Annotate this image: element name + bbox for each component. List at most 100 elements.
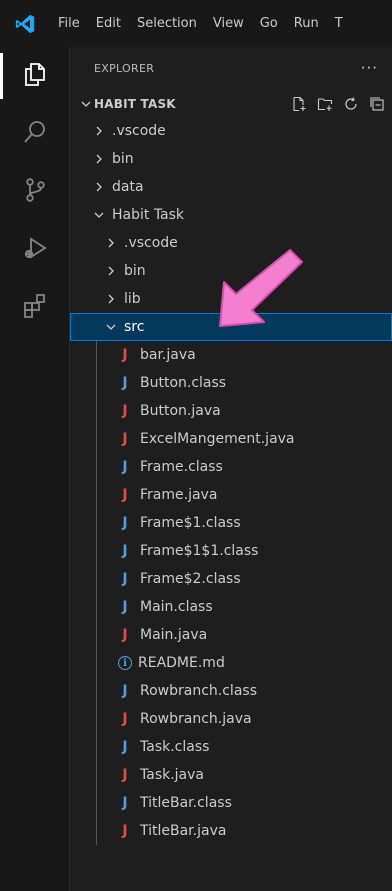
folder-item-habit-task[interactable]: Habit Task — [70, 201, 392, 229]
workspace-title: HABIT TASK — [94, 97, 176, 111]
java-file-icon: J — [122, 431, 128, 447]
file-item-main-java[interactable]: J Main.java — [70, 621, 392, 649]
extensions-activity-button[interactable] — [0, 279, 70, 337]
tree-item-label: bar.java — [140, 347, 196, 363]
menu-item-t[interactable]: T — [327, 0, 351, 47]
collapse-all-icon[interactable] — [368, 95, 386, 113]
tree-item-label: README.md — [138, 655, 225, 671]
menu-item-view[interactable]: View — [205, 0, 252, 47]
tree-item-label: Main.java — [140, 627, 208, 643]
tree-item-label: Rowbranch.java — [140, 711, 252, 727]
tree-item-label: Main.class — [140, 599, 213, 615]
tree-item-label: .vscode — [124, 235, 178, 251]
java-class-file-icon: J — [122, 571, 128, 587]
tree-item-label: bin — [124, 263, 146, 279]
menu-item-edit[interactable]: Edit — [88, 0, 129, 47]
search-activity-button[interactable] — [0, 105, 70, 163]
tree-item-label: Habit Task — [112, 207, 185, 223]
source-control-activity-button[interactable] — [0, 163, 70, 221]
vscode-logo-icon — [0, 0, 50, 47]
java-class-file-icon: J — [122, 515, 128, 531]
java-class-file-icon: J — [122, 375, 128, 391]
file-item-titlebar-class[interactable]: J TitleBar.class — [70, 789, 392, 817]
chevron-down-icon — [92, 209, 106, 221]
tree-item-label: Frame.class — [140, 459, 223, 475]
menu-item-file[interactable]: File — [50, 0, 88, 47]
tree-item-label: Rowbranch.class — [140, 683, 257, 699]
more-actions-button[interactable]: ··· — [361, 59, 378, 77]
chevron-down-icon — [104, 321, 118, 333]
run-debug-activity-button[interactable] — [0, 221, 70, 279]
folder-item-data[interactable]: data — [70, 173, 392, 201]
file-item-frame-1-class[interactable]: J Frame$1.class — [70, 509, 392, 537]
info-icon: i — [118, 656, 132, 670]
java-file-icon: J — [122, 767, 128, 783]
activity-bar — [0, 47, 70, 891]
java-file-icon: J — [122, 487, 128, 503]
java-file-icon: J — [122, 627, 128, 643]
refresh-icon[interactable] — [342, 95, 360, 113]
menu-bar: File Edit Selection View Go Run T — [50, 0, 351, 47]
tree-item-label: data — [112, 179, 144, 195]
source-control-icon — [21, 176, 49, 208]
chevron-right-icon — [104, 265, 118, 277]
folder-item-bin[interactable]: bin — [70, 145, 392, 173]
file-item-rowbranch-java[interactable]: J Rowbranch.java — [70, 705, 392, 733]
chevron-down-icon — [70, 98, 94, 110]
java-file-icon: J — [122, 403, 128, 419]
tree-item-label: Button.class — [140, 375, 227, 391]
chevron-right-icon — [92, 181, 106, 193]
section-actions — [290, 91, 386, 117]
tree-item-label: TitleBar.java — [140, 823, 227, 839]
menu-item-run[interactable]: Run — [286, 0, 327, 47]
file-item-readme-md[interactable]: i README.md — [70, 649, 392, 677]
chevron-right-icon — [104, 293, 118, 305]
file-tree: .vscode bin data Habit Task .vscode bin lib src… — [70, 117, 392, 845]
explorer-header: EXPLORER ··· — [70, 47, 392, 89]
workspace-section-header[interactable]: HABIT TASK — [70, 91, 392, 117]
file-item-excelmangement-java[interactable]: J ExcelMangement.java — [70, 425, 392, 453]
tree-item-label: Button.java — [140, 403, 221, 419]
menu-item-selection[interactable]: Selection — [129, 0, 205, 47]
tree-item-label: TitleBar.class — [140, 795, 232, 811]
tree-item-label: Frame$1.class — [140, 515, 241, 531]
java-class-file-icon: J — [122, 543, 128, 559]
tree-item-label: Frame$1$1.class — [140, 543, 259, 559]
file-item-button-class[interactable]: J Button.class — [70, 369, 392, 397]
file-item-task-java[interactable]: J Task.java — [70, 761, 392, 789]
explorer-activity-button[interactable] — [0, 47, 70, 105]
file-item-task-class[interactable]: J Task.class — [70, 733, 392, 761]
menu-item-go[interactable]: Go — [252, 0, 286, 47]
tree-item-label: .vscode — [112, 123, 166, 139]
chevron-right-icon — [104, 237, 118, 249]
extensions-icon — [21, 292, 49, 324]
tree-item-label: Frame.java — [140, 487, 218, 503]
new-file-icon[interactable] — [290, 95, 308, 113]
file-item-bar-java[interactable]: Jbar.java — [70, 341, 392, 369]
file-item-frame-class[interactable]: J Frame.class — [70, 453, 392, 481]
title-bar: File Edit Selection View Go Run T — [0, 0, 392, 47]
new-folder-icon[interactable] — [316, 95, 334, 113]
folder-item-vscode[interactable]: .vscode — [70, 117, 392, 145]
chevron-right-icon — [92, 125, 106, 137]
file-item-rowbranch-class[interactable]: J Rowbranch.class — [70, 677, 392, 705]
tree-item-label: lib — [124, 291, 141, 307]
file-item-frame-2-class[interactable]: J Frame$2.class — [70, 565, 392, 593]
tree-item-label: Frame$2.class — [140, 571, 241, 587]
file-item-main-class[interactable]: J Main.class — [70, 593, 392, 621]
search-icon — [21, 118, 49, 150]
file-item-titlebar-java[interactable]: J TitleBar.java — [70, 817, 392, 845]
tree-item-label: ExcelMangement.java — [140, 431, 295, 447]
files-icon — [21, 60, 49, 92]
java-class-file-icon: J — [122, 683, 128, 699]
file-item-button-java[interactable]: J Button.java — [70, 397, 392, 425]
tree-item-label: src — [124, 319, 145, 335]
file-item-frame-1-1-class[interactable]: J Frame$1$1.class — [70, 537, 392, 565]
run-debug-icon — [21, 234, 49, 266]
java-class-file-icon: J — [122, 599, 128, 615]
file-item-frame-java[interactable]: J Frame.java — [70, 481, 392, 509]
java-file-icon: J — [122, 711, 128, 727]
java-class-file-icon: J — [122, 795, 128, 811]
java-class-file-icon: J — [122, 459, 128, 475]
tree-item-label: Task.class — [140, 739, 210, 755]
